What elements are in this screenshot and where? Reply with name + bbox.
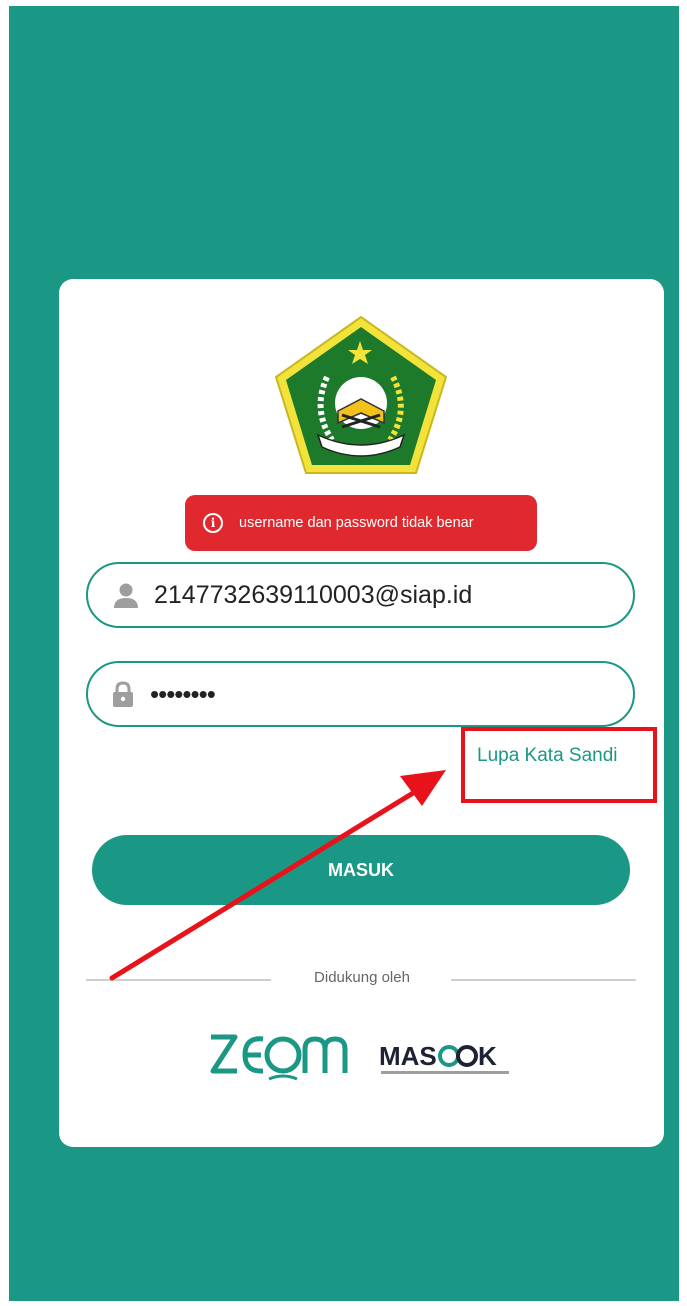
info-icon: i [203, 513, 223, 533]
svg-text:K: K [478, 1041, 497, 1071]
masook-logo: MAS K [379, 1041, 509, 1074]
divider-line-left [86, 979, 271, 981]
lock-icon [113, 681, 133, 707]
divider-line-right [451, 979, 636, 981]
annotation-highlight-box [461, 727, 657, 803]
login-button[interactable]: MASUK [92, 835, 630, 905]
zoom-logo [210, 1034, 348, 1081]
username-field[interactable]: 2147732639110003@siap.id [86, 562, 635, 628]
error-alert: i username dan password tidak benar [185, 495, 537, 551]
kemenag-emblem-logo [274, 315, 448, 474]
username-value: 2147732639110003@siap.id [154, 580, 473, 609]
error-alert-message: username dan password tidak benar [239, 515, 474, 531]
password-value: •••••••• [150, 678, 216, 709]
svg-text:MAS: MAS [379, 1041, 437, 1071]
password-field[interactable]: •••••••• [86, 661, 635, 727]
supported-by-label: Didukung oleh [314, 969, 410, 986]
user-icon [114, 583, 138, 608]
login-card: i username dan password tidak benar 2147… [59, 279, 664, 1147]
app-screen: i username dan password tidak benar 2147… [9, 6, 679, 1301]
